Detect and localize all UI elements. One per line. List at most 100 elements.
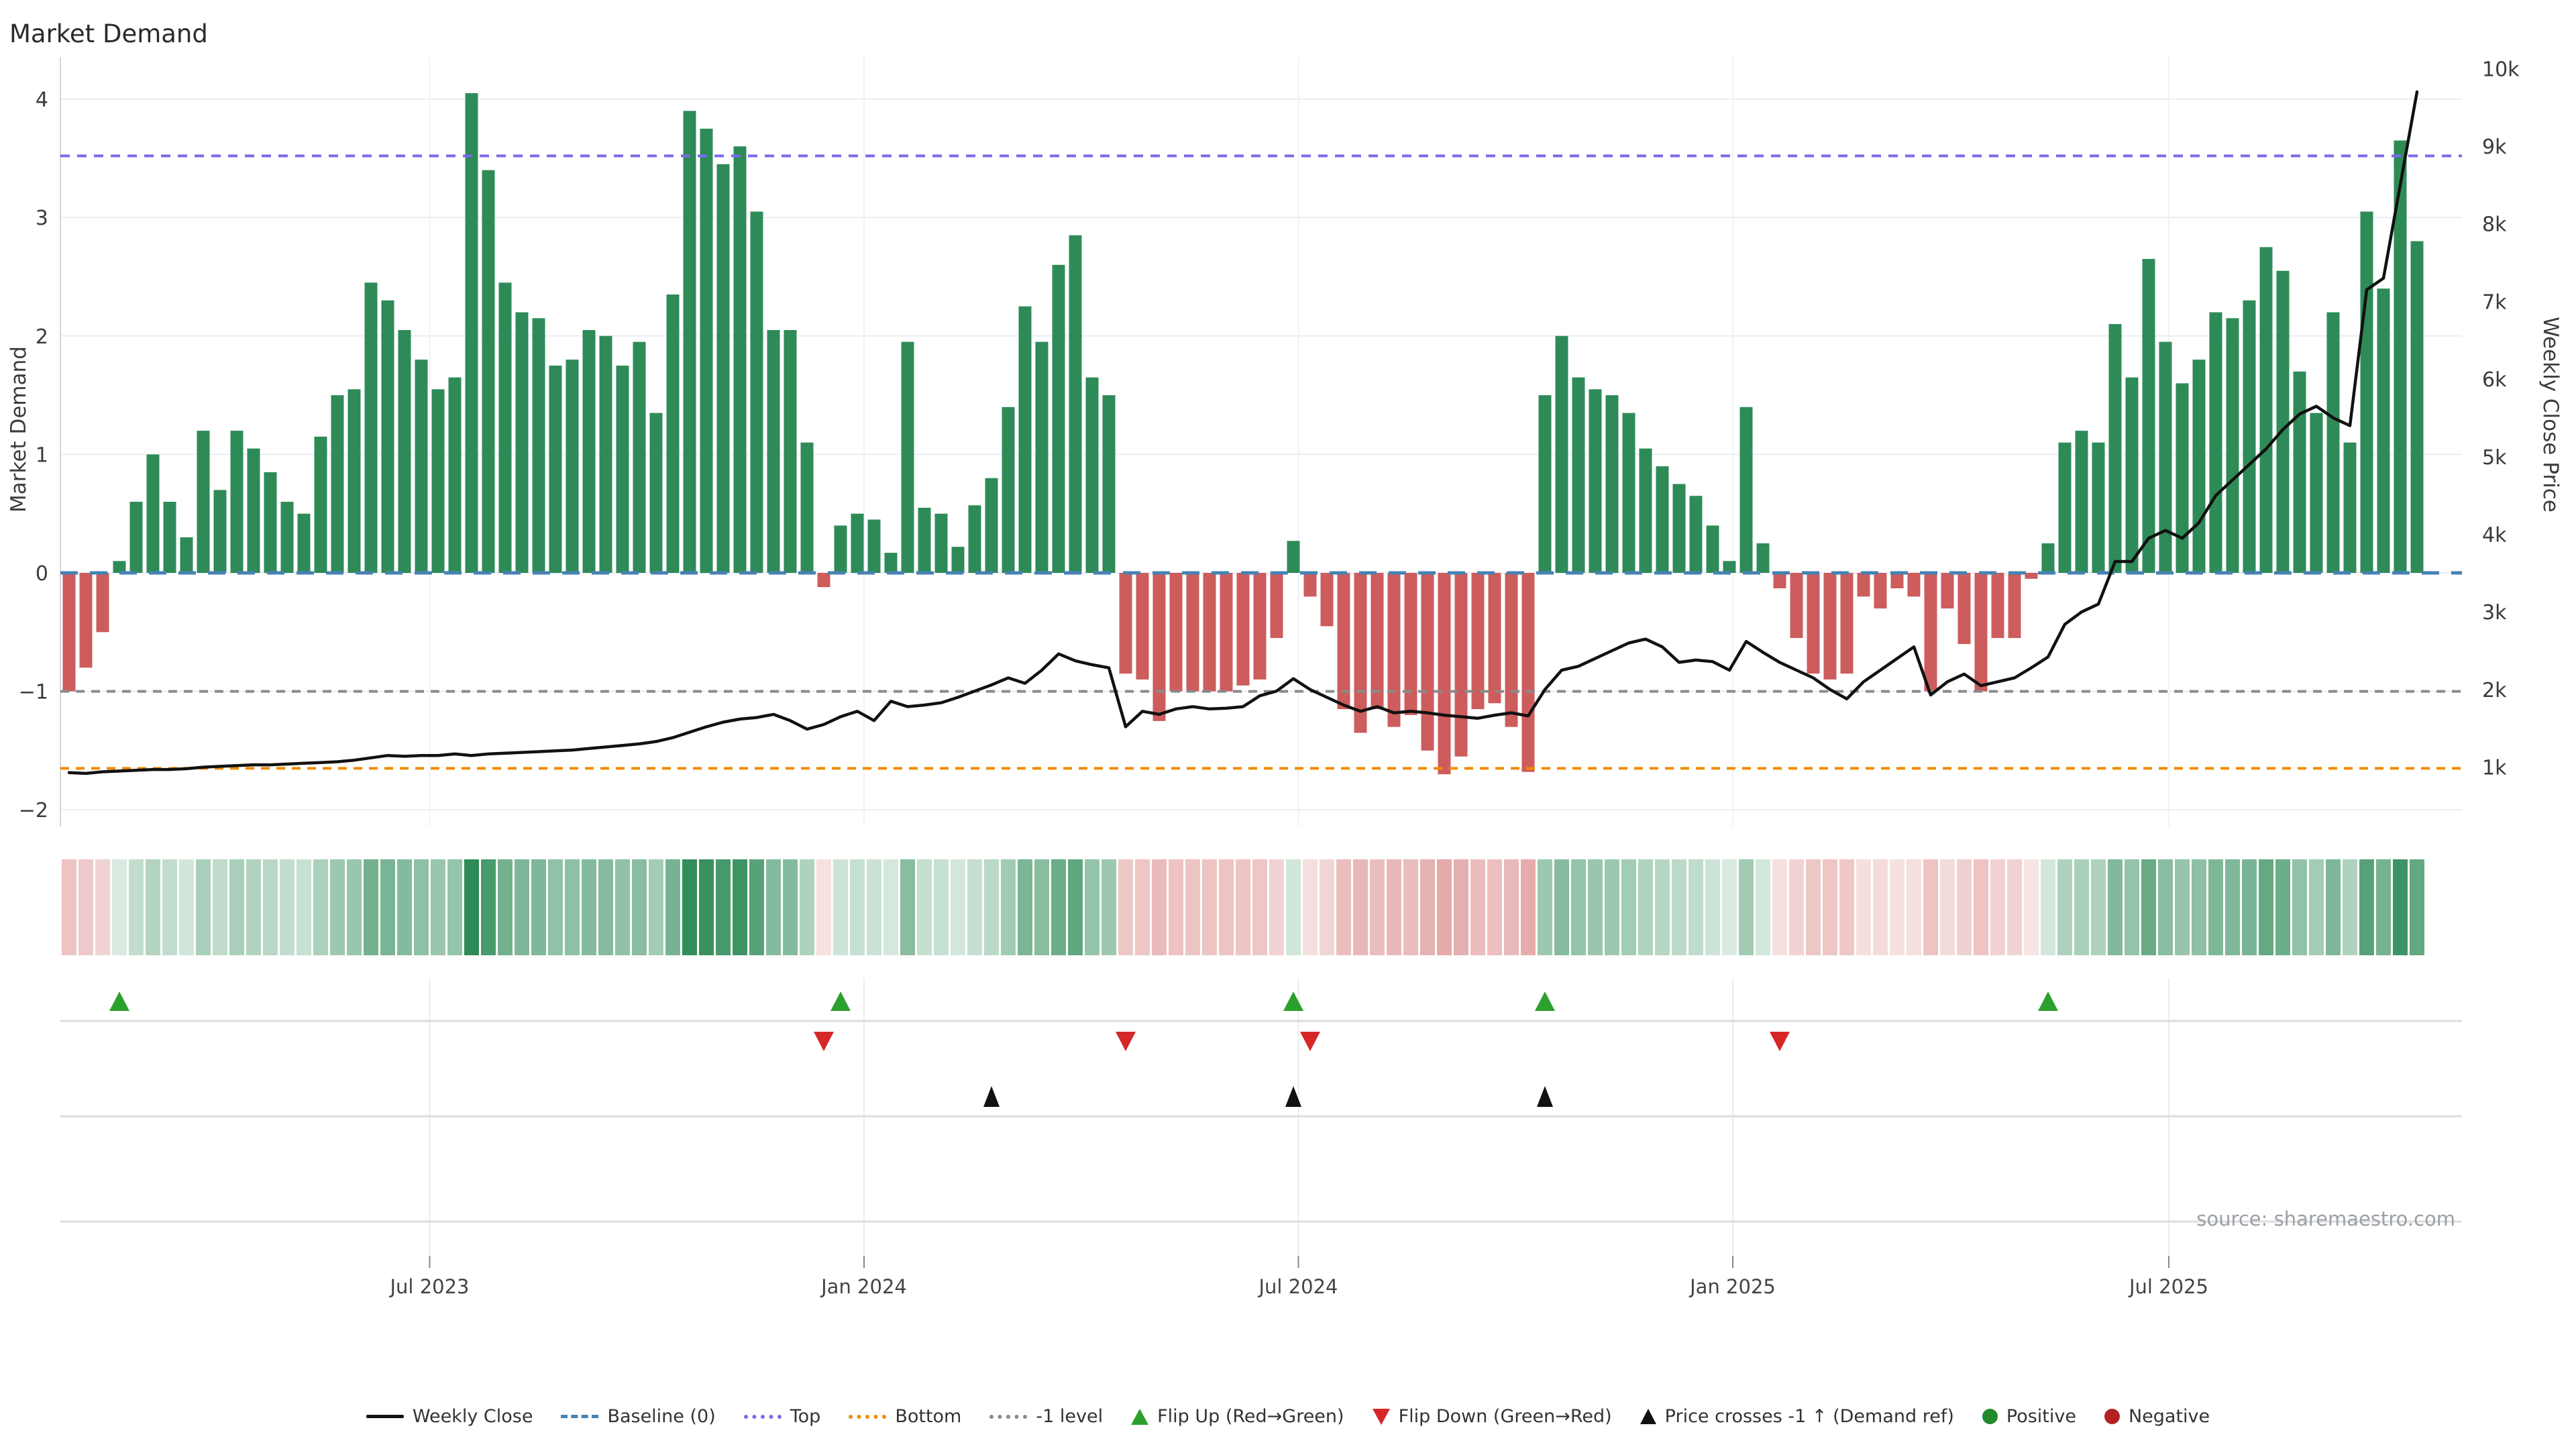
demand-bar-positive (2226, 318, 2239, 573)
legend-item: Weekly Close (366, 1406, 533, 1427)
demand-bar-positive (1035, 341, 1049, 573)
demand-bar-negative (1488, 573, 1501, 704)
heatmap-cell-negative (1907, 859, 1921, 955)
flip-down-marker (1300, 1032, 1320, 1051)
demand-bar-negative (2025, 573, 2038, 579)
flip-down-triangle-icon (1372, 1408, 1390, 1425)
x-axis-tick-label: Jul 2025 (2128, 1275, 2208, 1298)
heatmap-cell-positive (632, 859, 647, 955)
demand-bar-positive (2041, 543, 2055, 573)
left-axis-tick-label: 4 (36, 89, 48, 112)
heatmap-cell-negative (1806, 859, 1821, 955)
right-axis-tick-label: 4k (2482, 524, 2507, 547)
demand-bar-positive (163, 502, 176, 573)
demand-bar-positive (566, 360, 579, 573)
heatmap-cell-negative (1823, 859, 1837, 955)
demand-bar-positive (700, 128, 713, 574)
demand-bar-positive (2176, 383, 2189, 573)
heatmap-cell-negative (62, 859, 76, 955)
demand-bar-positive (515, 312, 529, 573)
heatmap-cell-positive (2091, 859, 2106, 955)
demand-bar-positive (2092, 442, 2105, 573)
demand-bar-positive (431, 389, 445, 573)
heatmap-cell-negative (1403, 859, 1418, 955)
demand-bar-positive (398, 330, 411, 573)
heatmap-cell-positive (2309, 859, 2324, 955)
heatmap-cell-positive (380, 859, 395, 955)
heatmap-cell-positive (464, 859, 479, 955)
legend-label: Bottom (895, 1406, 962, 1427)
heatmap-cell-positive (162, 859, 177, 955)
heatmap-cell-positive (682, 859, 697, 955)
heatmap-cell-positive (129, 859, 144, 955)
demand-bar-negative (1840, 573, 1854, 674)
flip-down-marker (814, 1032, 834, 1051)
heatmap-cell-negative (1856, 859, 1871, 955)
demand-bar-negative (817, 573, 830, 588)
price-cross-triangle-icon (1640, 1409, 1656, 1424)
demand-bar-negative (1236, 573, 1250, 686)
heatmap-cell-positive (146, 859, 160, 955)
flip-up-triangle-icon (1131, 1408, 1149, 1425)
heatmap-cell-positive (900, 859, 915, 955)
legend-label: Top (790, 1406, 821, 1427)
heatmap-cell-positive (481, 859, 496, 955)
heatmap-cell-positive (766, 859, 781, 955)
heatmap-cell-positive (548, 859, 563, 955)
minus1-dotted-line-icon (989, 1414, 1028, 1419)
heatmap-cell-positive (649, 859, 663, 955)
demand-bar-negative (1890, 573, 1904, 588)
heatmap-cell-negative (95, 859, 110, 955)
heatmap-cell-positive (2125, 859, 2139, 955)
demand-bar-positive (113, 561, 126, 573)
demand-bar-positive (129, 502, 143, 573)
heatmap-cell-positive (1538, 859, 1552, 955)
heatmap-cell-negative (1957, 859, 1972, 955)
demand-bar-positive (1287, 541, 1300, 573)
top-dotted-line-icon (743, 1414, 782, 1419)
heatmap-cell-positive (2057, 859, 2072, 955)
heatmap-cell-negative (1269, 859, 1284, 955)
heatmap-cell-negative (1487, 859, 1502, 955)
demand-bar-positive (197, 431, 210, 573)
heatmap-cell-negative (1990, 859, 2005, 955)
heatmap-cell-negative (1470, 859, 1485, 955)
heatmap-cell-positive (1001, 859, 1016, 955)
source-credit: source: sharemaestro.com (2196, 1208, 2455, 1230)
heatmap-cell-positive (1554, 859, 1569, 955)
demand-bar-positive (1706, 525, 1719, 573)
demand-bar-positive (851, 513, 864, 573)
demand-bar-negative (1404, 573, 1417, 715)
heatmap-cell-positive (733, 859, 747, 955)
heatmap-cell-positive (1638, 859, 1653, 955)
heatmap-cell-positive (1588, 859, 1603, 955)
demand-bar-negative (1823, 573, 1837, 680)
demand-bar-positive (532, 318, 545, 573)
x-axis-tick-label: Jul 2024 (1257, 1275, 1338, 1298)
demand-bar-positive (1756, 543, 1770, 573)
demand-bar-positive (800, 442, 814, 573)
heatmap-cell-positive (2292, 859, 2307, 955)
demand-bar-positive (2360, 211, 2373, 573)
heatmap-cell-negative (78, 859, 93, 955)
heatmap-cell-positive (2208, 859, 2223, 955)
heatmap-cell-positive (951, 859, 965, 955)
heatmap-cell-positive (498, 859, 513, 955)
demand-bar-negative (1874, 573, 1887, 608)
demand-bar-positive (1622, 413, 1635, 573)
demand-bar-positive (1102, 395, 1116, 573)
legend-item: Negative (2104, 1406, 2210, 1427)
demand-bar-positive (264, 472, 277, 573)
demand-bar-positive (314, 436, 327, 573)
heatmap-cell-negative (1772, 859, 1787, 955)
bottom-dotted-line-icon (849, 1414, 887, 1419)
demand-bar-positive (146, 454, 160, 573)
demand-bar-positive (716, 164, 730, 573)
heatmap-cell-negative (1890, 859, 1904, 955)
demand-bar-negative (1991, 573, 2004, 639)
demand-bar-negative (1521, 573, 1535, 772)
heatmap-cell-positive (934, 859, 949, 955)
demand-bar-positive (280, 502, 294, 573)
flip-up-marker (830, 991, 851, 1011)
heatmap-cell-positive (2393, 859, 2408, 955)
